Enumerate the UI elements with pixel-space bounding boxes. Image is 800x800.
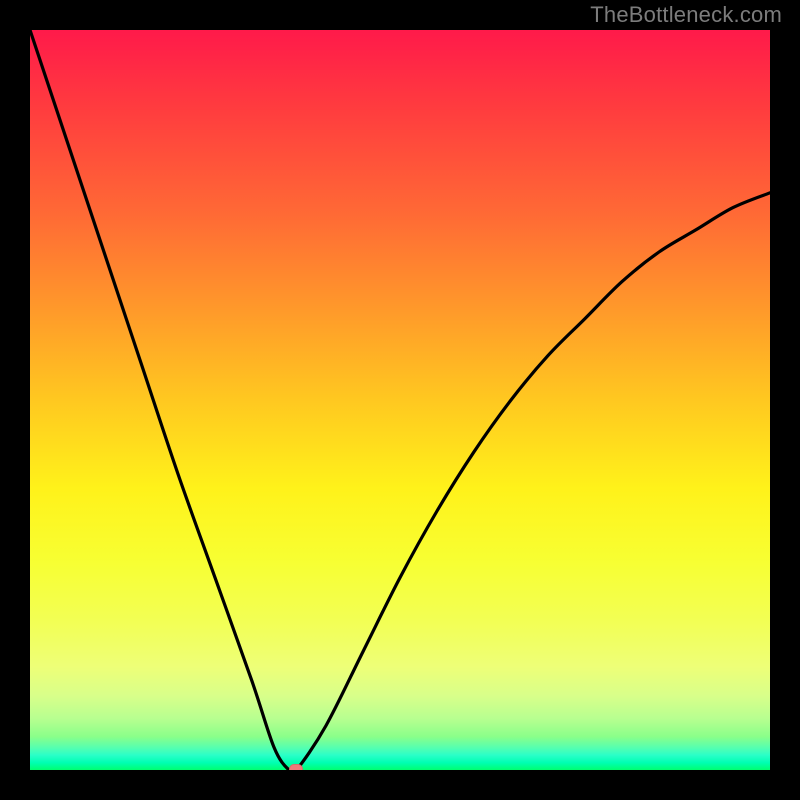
- chart-frame: TheBottleneck.com: [0, 0, 800, 800]
- optimum-marker: [289, 764, 303, 770]
- plot-area: [30, 30, 770, 770]
- bottleneck-curve: [30, 30, 770, 770]
- watermark-text: TheBottleneck.com: [590, 2, 782, 28]
- curve-path: [30, 30, 770, 770]
